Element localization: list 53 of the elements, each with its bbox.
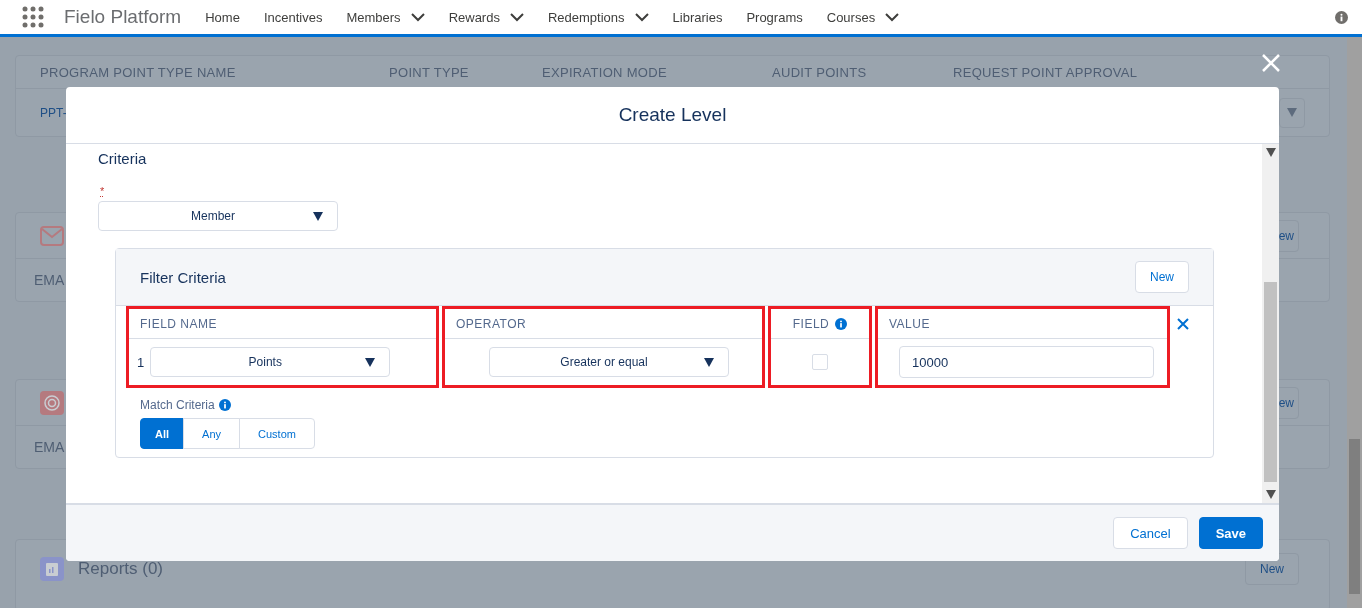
nav-tab[interactable]: Home — [193, 9, 252, 25]
nav-tab[interactable]: Libraries — [660, 9, 735, 25]
caret-down-icon — [365, 357, 376, 367]
nav-tab[interactable]: Incentives — [251, 9, 335, 25]
value-input[interactable]: 10000 — [899, 346, 1154, 378]
envelope-icon — [40, 223, 64, 248]
segment-button[interactable]: All — [140, 418, 185, 449]
column-header: REQUEST POINT APPROVAL — [953, 64, 1139, 80]
save-button[interactable]: Save — [1198, 517, 1263, 549]
app-launcher-icon[interactable] — [22, 6, 44, 28]
column-header: VALUE — [889, 316, 930, 331]
caret-down-icon — [1265, 148, 1276, 157]
column-header: AUDIT POINTS — [772, 64, 868, 80]
info-icon — [218, 399, 231, 411]
modal-title: Create Level — [618, 104, 727, 126]
scrollbar[interactable] — [1262, 144, 1279, 503]
nav-tab[interactable]: Members — [334, 9, 437, 25]
clipboard-icon — [40, 557, 64, 581]
object-select[interactable]: Member — [98, 201, 338, 231]
caret-down-icon — [704, 357, 714, 367]
new-button[interactable]: New — [1135, 261, 1189, 293]
segment-button[interactable]: Custom — [239, 418, 315, 449]
cancel-button[interactable]: Cancel — [1113, 517, 1188, 549]
section-label: EMA — [33, 271, 66, 290]
section-label: EMA — [33, 438, 66, 457]
field-label: Match Criteria — [140, 398, 215, 412]
caret-down-icon — [1287, 108, 1297, 117]
scrollbar[interactable] — [1347, 37, 1362, 608]
close-icon[interactable] — [1177, 318, 1191, 332]
section-title: Reports (0) — [78, 559, 164, 579]
row-number: 1 — [137, 354, 145, 370]
nav-tab[interactable]: Courses — [814, 9, 912, 25]
caret-down-icon — [313, 211, 323, 221]
column-header: FIELD NAME — [140, 316, 217, 331]
section-heading: Criteria — [98, 150, 148, 167]
field-select[interactable]: Points — [150, 347, 391, 377]
caret-down-icon — [1265, 490, 1276, 499]
column-header: EXPIRATION MODE — [542, 64, 668, 80]
checkbox[interactable] — [812, 354, 828, 370]
target-icon — [40, 390, 64, 415]
required-mark: * — [100, 185, 106, 197]
nav-tab[interactable]: Rewards — [436, 9, 536, 25]
column-header: POINT TYPE — [389, 64, 470, 80]
operator-select[interactable]: Greater or equal — [489, 347, 729, 377]
panel-title: Filter Criteria — [140, 268, 226, 286]
nav-tab[interactable]: Redemptions — [535, 9, 661, 25]
app-name: Fielo Platform — [64, 6, 182, 28]
info-icon — [1335, 10, 1348, 24]
nav-tab[interactable]: Programs — [734, 9, 815, 25]
column-header: FIELD — [792, 316, 830, 331]
column-header: OPERATOR — [456, 316, 527, 331]
column-header: PROGRAM POINT TYPE NAME — [40, 64, 237, 80]
segment-button[interactable]: Any — [183, 418, 241, 449]
